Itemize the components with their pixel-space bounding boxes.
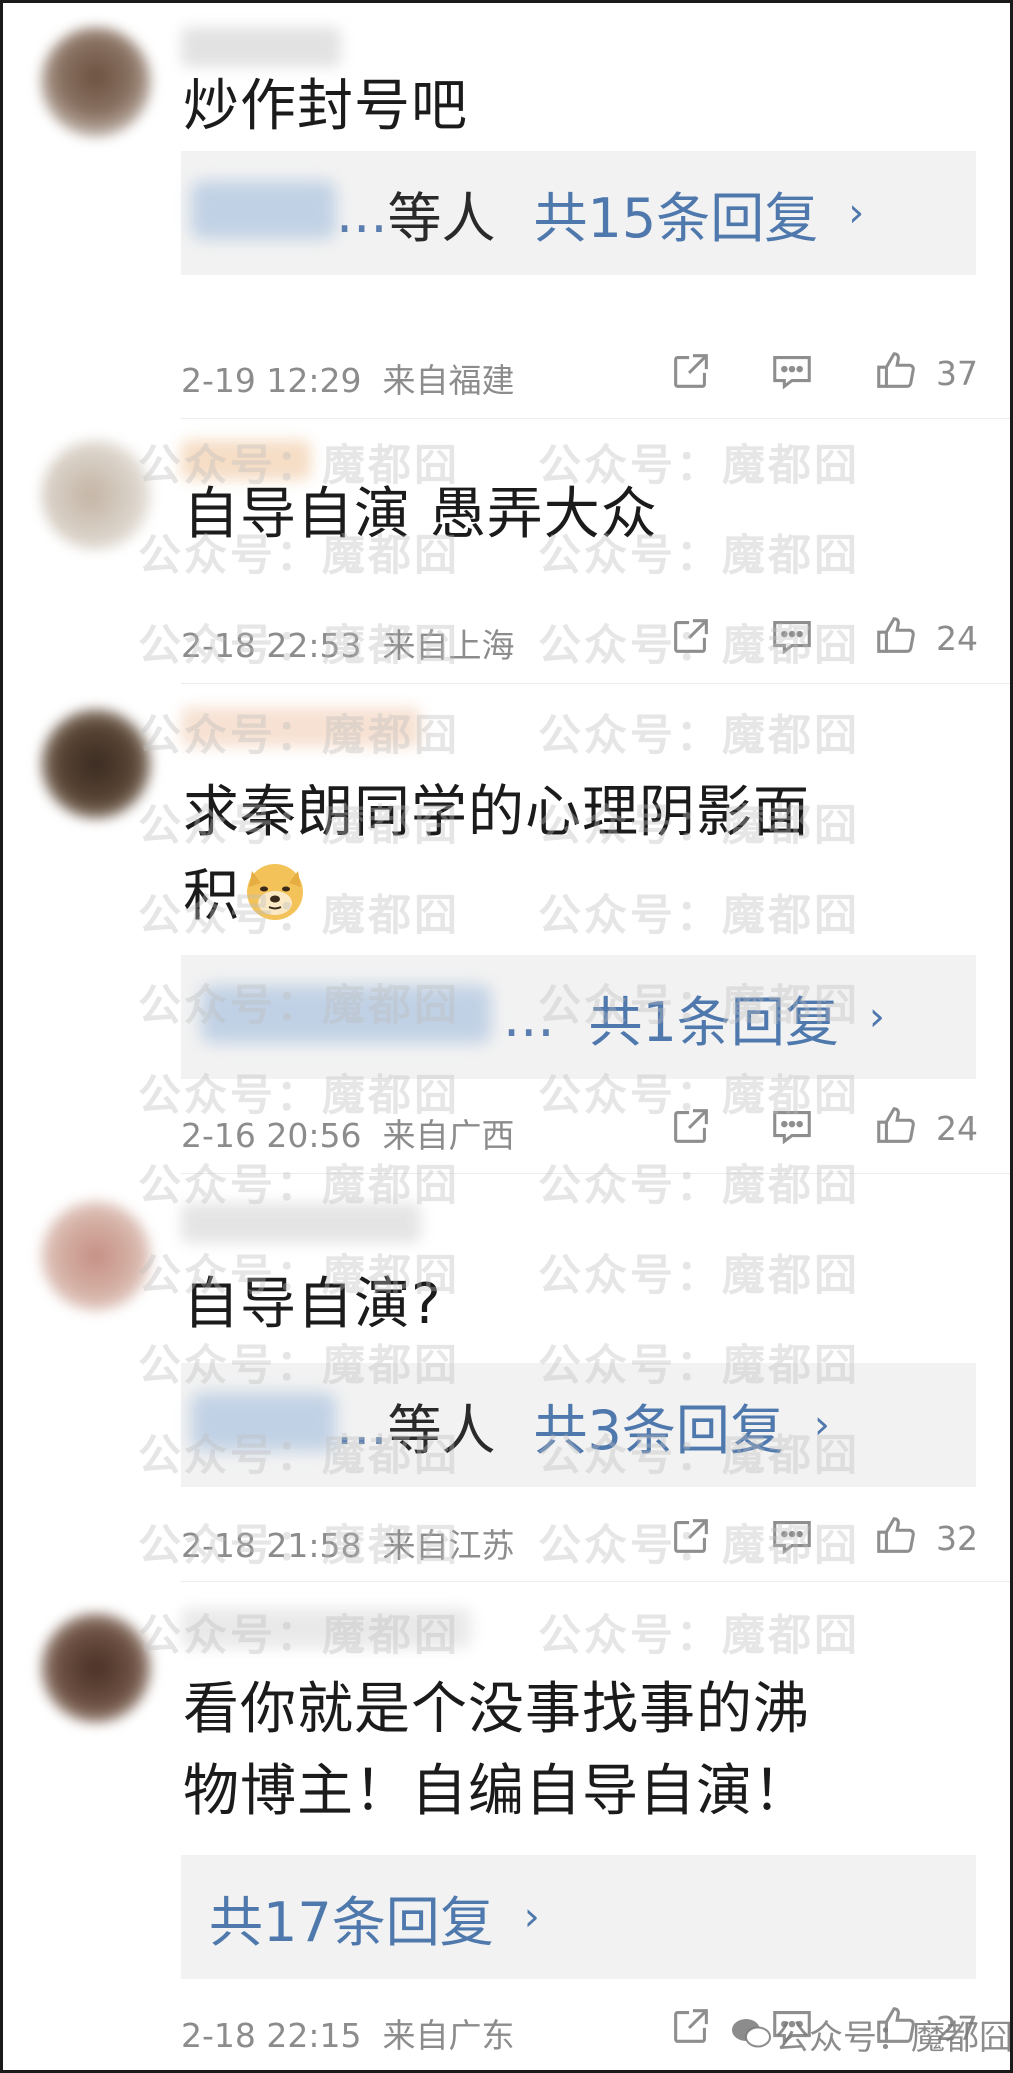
thumbs-up-icon[interactable]	[873, 2003, 919, 2049]
comment-icon[interactable]	[769, 613, 815, 659]
avatar[interactable]	[41, 1613, 151, 1723]
comment-feed: 炒作封号吧 ... 等人 共15条回复 › 2-19 12:29 来自福建 37…	[0, 0, 1013, 2073]
chevron-right-icon: ›	[848, 190, 865, 236]
watermark: 公众号：魔都囧	[538, 1161, 860, 1211]
watermark: 公众号：魔都囧	[538, 711, 860, 761]
reply-count-link[interactable]: 共17条回复	[209, 1878, 494, 1957]
comment-text-line2: 物博主！自编自导自演！	[183, 1759, 810, 1824]
timestamp: 2-16 20:56	[181, 1116, 362, 1155]
chevron-right-icon: ›	[868, 994, 885, 1040]
reply-count-link[interactable]: 共15条回复	[534, 174, 819, 253]
location: 来自广西	[382, 1116, 515, 1155]
reply-user-blur	[191, 1393, 336, 1451]
username[interactable]	[181, 707, 421, 747]
comment-icon[interactable]	[769, 1103, 815, 1149]
username[interactable]	[181, 1203, 421, 1243]
username[interactable]	[181, 27, 341, 67]
divider	[181, 1173, 1010, 1174]
share-icon[interactable]	[668, 613, 714, 659]
timestamp: 2-18 22:15	[181, 2016, 362, 2055]
divider	[181, 1581, 1010, 1582]
like-count: 37	[936, 354, 978, 393]
watermark: 公众号：魔都囧	[538, 891, 860, 941]
avatar[interactable]	[41, 709, 151, 819]
reply-suffix: 等人	[387, 186, 496, 250]
reply-preview[interactable]: ... 共1条回复 ›	[181, 955, 976, 1079]
comment-text: 炒作封号吧	[183, 74, 468, 139]
reply-count-link[interactable]: 共1条回复	[589, 978, 839, 1057]
avatar[interactable]	[41, 1201, 151, 1311]
reply-ellipsis: ...	[503, 985, 555, 1049]
comment-meta: 2-18 21:58 来自江苏	[181, 1519, 514, 1567]
reply-user-blur	[201, 985, 491, 1043]
doge-emoji-icon	[247, 864, 303, 920]
reply-preview[interactable]: ... 等人 共3条回复 ›	[181, 1363, 976, 1487]
reply-user-blur	[191, 181, 336, 239]
thumbs-up-icon[interactable]	[873, 1513, 919, 1559]
reply-suffix: 等人	[387, 1398, 496, 1462]
timestamp: 2-18 22:53	[181, 626, 362, 665]
avatar[interactable]	[41, 27, 151, 137]
comment-meta: 2-18 22:53 来自上海	[181, 619, 514, 667]
location: 来自上海	[382, 626, 515, 665]
comment-text-line1: 求秦朗同学的心理阴影面	[183, 780, 810, 845]
timestamp: 2-19 12:29	[181, 361, 362, 400]
reply-preview[interactable]: ... 等人 共15条回复 ›	[181, 151, 976, 275]
comment-meta: 2-19 12:29 来自福建	[181, 354, 514, 402]
share-icon[interactable]	[668, 1103, 714, 1149]
location: 来自江苏	[382, 1526, 515, 1565]
username[interactable]	[181, 1608, 471, 1648]
timestamp: 2-18 21:58	[181, 1526, 362, 1565]
comment-text: 自导自演?	[183, 1272, 442, 1337]
thumbs-up-icon[interactable]	[873, 1103, 919, 1149]
reply-preview[interactable]: 共17条回复 ›	[181, 1855, 976, 1979]
like-count: 27	[936, 2009, 978, 2048]
watermark: 公众号：魔都囧	[538, 1251, 860, 1301]
chevron-right-icon: ›	[813, 1402, 830, 1448]
comment-icon[interactable]	[769, 1513, 815, 1559]
comment-text-line2: 积	[183, 855, 308, 939]
share-icon[interactable]	[668, 1513, 714, 1559]
like-count: 32	[936, 1519, 978, 1558]
share-icon[interactable]	[668, 2003, 714, 2049]
like-count: 24	[936, 1109, 978, 1148]
comment-meta: 2-16 20:56 来自广西	[181, 1109, 514, 1157]
reply-ellipsis: ...	[336, 1393, 388, 1457]
divider	[181, 683, 1010, 684]
comment-text: 自导自演 愚弄大众	[183, 482, 658, 547]
thumbs-up-icon[interactable]	[873, 613, 919, 659]
thumbs-up-icon[interactable]	[873, 348, 919, 394]
location: 来自福建	[382, 361, 515, 400]
comment-meta: 2-18 22:15 来自广东	[181, 2009, 514, 2057]
watermark: 公众号：魔都囧	[538, 1611, 860, 1661]
comment-text-line1: 看你就是个没事找事的沸	[183, 1677, 810, 1742]
comment-icon[interactable]	[769, 348, 815, 394]
share-icon[interactable]	[668, 348, 714, 394]
reply-ellipsis: ...	[336, 181, 388, 245]
comment-icon[interactable]	[769, 2003, 815, 2049]
location: 来自广东	[382, 2016, 515, 2055]
like-count: 24	[936, 619, 978, 658]
avatar[interactable]	[41, 440, 151, 550]
divider	[181, 418, 1010, 419]
reply-count-link[interactable]: 共3条回复	[534, 1386, 784, 1465]
chevron-right-icon: ›	[523, 1894, 540, 1940]
